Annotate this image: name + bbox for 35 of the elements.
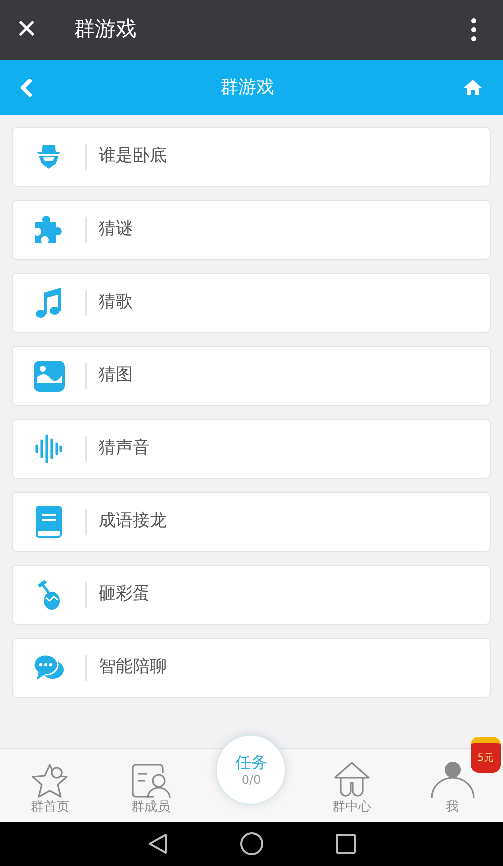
more-icon[interactable] bbox=[471, 18, 477, 42]
game-item[interactable]: 猜声音 bbox=[12, 419, 491, 479]
game-item[interactable]: 谁是卧底 bbox=[12, 127, 491, 187]
music-note-icon bbox=[34, 287, 64, 319]
game-label: 猜图 bbox=[99, 364, 133, 388]
game-item[interactable]: 砸彩蛋 bbox=[12, 565, 491, 625]
game-label: 猜声音 bbox=[99, 437, 150, 460]
game-label: 谁是卧底 bbox=[99, 145, 167, 168]
game-label: 猜谜 bbox=[99, 218, 133, 242]
game-item[interactable]: 猜谜 bbox=[12, 200, 491, 260]
book-icon bbox=[36, 506, 62, 538]
puzzle-icon bbox=[33, 214, 65, 246]
member-card-icon bbox=[130, 762, 172, 799]
game-label: 猜歌 bbox=[99, 291, 133, 314]
sound-wave-icon bbox=[34, 433, 64, 465]
recents-icon[interactable] bbox=[336, 834, 356, 854]
house-icon bbox=[332, 760, 372, 799]
game-item[interactable]: 猜歌 bbox=[12, 273, 491, 333]
game-item[interactable]: 猜图 bbox=[12, 346, 491, 406]
page-title: 群游戏 bbox=[220, 76, 276, 100]
star-icon bbox=[30, 762, 70, 799]
game-label: 成语接龙 bbox=[99, 510, 167, 534]
image-icon bbox=[34, 360, 64, 392]
game-label: 砸彩蛋 bbox=[99, 583, 150, 606]
window-title: 群游戏 bbox=[74, 16, 138, 44]
game-item[interactable]: 智能陪聊 bbox=[12, 638, 491, 698]
chat-bubbles-icon bbox=[33, 653, 65, 683]
back-icon[interactable] bbox=[148, 833, 168, 855]
game-label: 智能陪聊 bbox=[99, 656, 167, 680]
game-item[interactable]: 成语接龙 bbox=[12, 492, 491, 552]
gift-bag-badge[interactable]: 5元 bbox=[470, 737, 501, 773]
home-icon[interactable] bbox=[240, 832, 264, 856]
hammer-and-egg-icon bbox=[36, 579, 62, 611]
close-icon[interactable]: ✕ bbox=[16, 17, 46, 43]
person-icon bbox=[430, 760, 476, 799]
